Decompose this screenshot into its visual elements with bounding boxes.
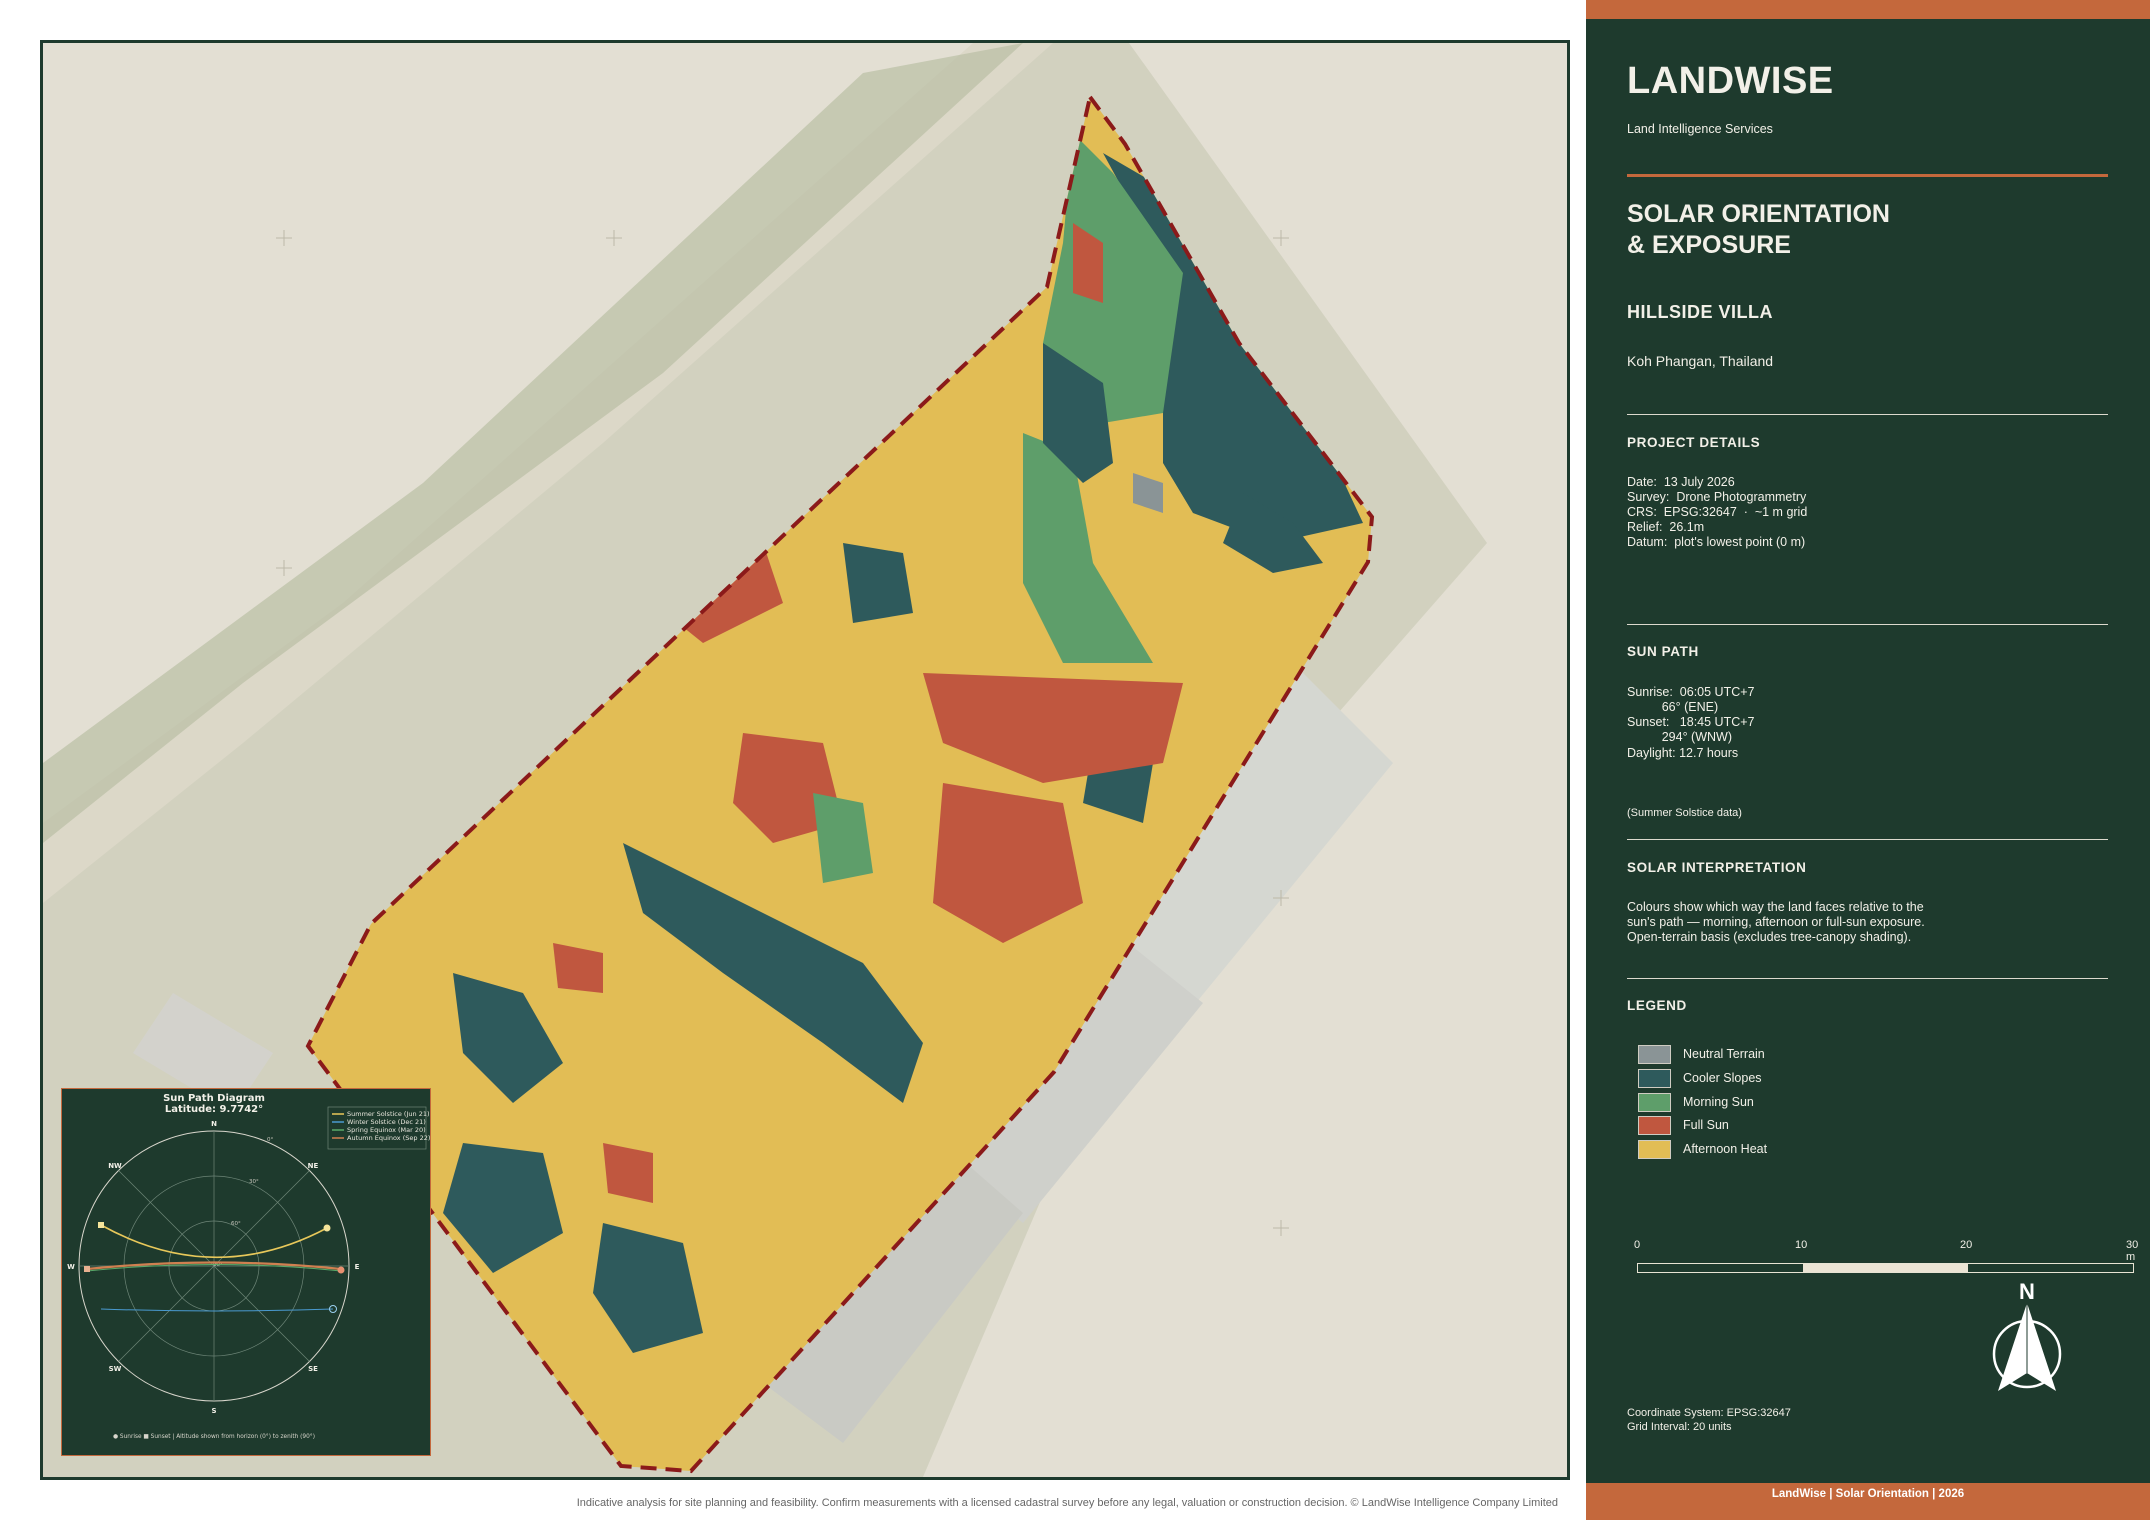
scale-label-10: 10 xyxy=(1795,1239,1808,1251)
interpretation-line: Colours show which way the land faces re… xyxy=(1627,900,1924,914)
report-title-line1: SOLAR ORIENTATION xyxy=(1627,200,1890,228)
top-accent-bar xyxy=(1586,0,2150,19)
sun-dir-s: S xyxy=(211,1407,216,1415)
sun-path-heading: SUN PATH xyxy=(1627,644,1699,659)
legend-item-afternoon-heat: Afternoon Heat xyxy=(1638,1138,1767,1160)
sun-path-diagram: Sun Path Diagram Latitude: 9.7742° Summe… xyxy=(61,1088,431,1456)
divider xyxy=(1627,624,2108,625)
legend-label: Afternoon Heat xyxy=(1683,1142,1768,1156)
sun-diagram-legend: Summer Solstice (Jun 21) Winter Solstice… xyxy=(327,1106,430,1150)
legend-item-morning-sun: Morning Sun xyxy=(1638,1091,1754,1113)
brand-divider xyxy=(1627,174,2108,177)
legend-item-neutral-terrain: Neutral Terrain xyxy=(1638,1043,1765,1065)
daylight-hours: Daylight: 12.7 hours xyxy=(1627,746,1739,760)
scale-bar xyxy=(1637,1263,2134,1273)
solar-interpretation-heading: SOLAR INTERPRETATION xyxy=(1627,860,1807,875)
legend-swatch xyxy=(1638,1115,1671,1135)
sun-dir-nw: NW xyxy=(108,1162,122,1170)
sun-legend-summer: Summer Solstice (Jun 21) xyxy=(347,1110,430,1118)
brand-tagline: Land Intelligence Services xyxy=(1627,122,1773,136)
equinox-sunrise-marker xyxy=(337,1266,345,1274)
report-title-line2: & EXPOSURE xyxy=(1627,231,1791,259)
sun-diagram-latitude: Latitude: 9.7742° xyxy=(165,1104,263,1115)
legend-label: Morning Sun xyxy=(1683,1095,1754,1109)
sun-legend-winter: Winter Solstice (Dec 21) xyxy=(347,1118,426,1126)
sun-diagram-title: Sun Path Diagram xyxy=(163,1093,265,1104)
legend-item-cooler-slopes: Cooler Slopes xyxy=(1638,1067,1762,1089)
sun-dir-e: E xyxy=(355,1263,360,1271)
project-details-heading: PROJECT DETAILS xyxy=(1627,435,1761,450)
scale-label-0: 0 xyxy=(1634,1239,1641,1251)
project-detail-datum: Datum: plot's lowest point (0 m) xyxy=(1627,535,1806,549)
legend-label: Cooler Slopes xyxy=(1683,1071,1762,1085)
north-arrow-icon: N xyxy=(1992,1279,2062,1391)
project-detail-crs: CRS: EPSG:32647 · ~1 m grid xyxy=(1627,505,1808,519)
project-detail-date: Date: 13 July 2026 xyxy=(1627,475,1735,489)
scale-label-20: 20 xyxy=(1960,1239,1973,1251)
project-name: HILLSIDE VILLA xyxy=(1627,302,1773,322)
scale-label-30m: 30 m xyxy=(2126,1239,2139,1263)
divider xyxy=(1627,978,2108,979)
legend-label: Full Sun xyxy=(1683,1118,1729,1132)
legend-heading: LEGEND xyxy=(1627,998,1687,1013)
map-frame[interactable]: Sun Path Diagram Latitude: 9.7742° Summe… xyxy=(40,40,1570,1480)
sunrise-azimuth: 66° (ENE) xyxy=(1627,700,1719,714)
summer-sunset-marker xyxy=(98,1222,104,1228)
divider xyxy=(1627,414,2108,415)
sun-dir-n: N xyxy=(211,1120,217,1128)
project-location: Koh Phangan, Thailand xyxy=(1627,353,1774,369)
north-label: N xyxy=(2019,1279,2035,1304)
info-panel: LANDWISE Land Intelligence Services SOLA… xyxy=(1586,0,2150,1520)
interpretation-line: Open-terrain basis (excludes tree-canopy… xyxy=(1627,930,1912,944)
zone-cooler-slopes xyxy=(843,543,913,623)
brand-name: LANDWISE xyxy=(1627,60,1834,102)
legend-label: Neutral Terrain xyxy=(1683,1047,1765,1061)
disclaimer-text: Indicative analysis for site planning an… xyxy=(576,1497,1558,1509)
scale-segment xyxy=(1968,1264,2133,1272)
scale-segment xyxy=(1803,1264,1968,1272)
sun-dir-ne: NE xyxy=(308,1162,319,1170)
summer-sunrise-marker xyxy=(323,1224,331,1232)
sun-ring-30: 30° xyxy=(249,1179,259,1185)
sun-legend-autumn: Autumn Equinox (Sep 22) xyxy=(347,1134,430,1142)
sunrise-time: Sunrise: 06:05 UTC+7 xyxy=(1627,685,1755,699)
legend-swatch xyxy=(1638,1092,1671,1112)
legend-swatch xyxy=(1638,1139,1671,1159)
sun-dir-se: SE xyxy=(308,1365,318,1373)
sun-dir-sw: SW xyxy=(109,1365,122,1373)
sunset-azimuth: 294° (WNW) xyxy=(1627,730,1733,744)
sunset-time: Sunset: 18:45 UTC+7 xyxy=(1627,715,1755,729)
interpretation-line: sun's path — morning, afternoon or full-… xyxy=(1627,915,1925,929)
sun-dir-w: W xyxy=(67,1263,75,1271)
legend-swatch xyxy=(1638,1044,1671,1064)
scale-segment xyxy=(1638,1264,1803,1272)
sun-ring-0: 0° xyxy=(267,1137,273,1143)
equinox-sunset-marker xyxy=(84,1266,90,1272)
legend-swatch xyxy=(1638,1068,1671,1088)
grid-interval: Grid Interval: 20 units xyxy=(1627,1421,1732,1433)
coordinate-system: Coordinate System: EPSG:32647 xyxy=(1627,1407,1791,1419)
divider xyxy=(1627,839,2108,840)
sun-legend-spring: Spring Equinox (Mar 20) xyxy=(347,1126,426,1134)
project-detail-survey: Survey: Drone Photogrammetry xyxy=(1627,490,1807,504)
project-detail-relief: Relief: 26.1m xyxy=(1627,520,1705,534)
sun-diagram-caption: ● Sunrise ■ Sunset | Altitude shown from… xyxy=(113,1434,315,1440)
legend-item-full-sun: Full Sun xyxy=(1638,1114,1729,1136)
sun-ring-60: 60° xyxy=(231,1221,241,1227)
footer-text: LandWise | Solar Orientation | 2026 xyxy=(1771,1488,1965,1500)
sun-path-note: (Summer Solstice data) xyxy=(1627,807,1742,819)
